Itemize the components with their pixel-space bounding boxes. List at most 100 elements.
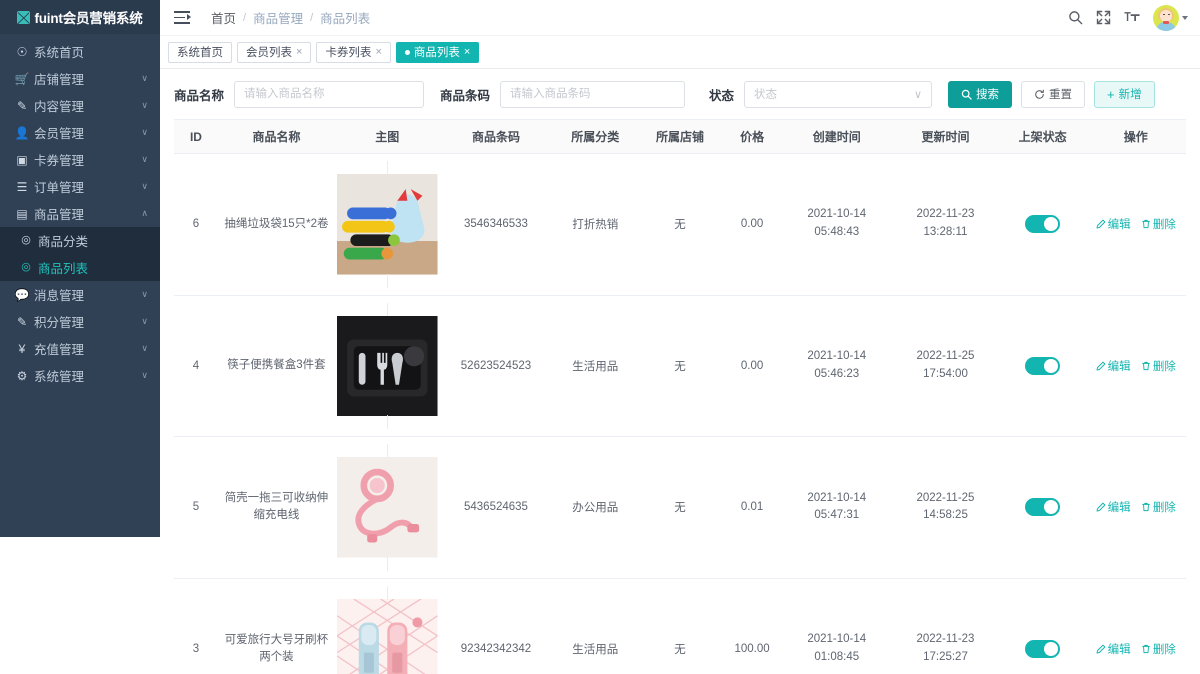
sidebar-item-shop[interactable]: 🛒 店铺管理 ∨	[0, 65, 160, 92]
avatar-face	[1160, 10, 1172, 22]
sidebar-item-members[interactable]: 👤 会员管理 ∨	[0, 119, 160, 146]
pencil-icon	[1096, 644, 1106, 654]
edit-action[interactable]: 编辑	[1096, 358, 1131, 374]
edit-action-label: 编辑	[1108, 358, 1131, 374]
hamburger-collapse-icon[interactable]	[174, 11, 190, 24]
pencil-icon	[1096, 219, 1106, 229]
pencil-icon	[1096, 361, 1106, 371]
reset-button[interactable]: 重置	[1021, 81, 1085, 108]
cell-barcode: 52623524523	[440, 295, 553, 437]
sidebar-item-coupons[interactable]: ▣ 卡券管理 ∨	[0, 146, 160, 173]
chevron-down-icon: ∨	[141, 290, 148, 299]
sidebar-item-content[interactable]: ✎ 内容管理 ∨	[0, 92, 160, 119]
shelf-status-toggle[interactable]	[1025, 357, 1060, 375]
close-icon[interactable]: ×	[296, 47, 302, 58]
sidebar-item-label: 系统管理	[30, 366, 141, 385]
shop-cart-icon: 🛒	[14, 73, 30, 85]
goods-name-label: 商品名称	[174, 85, 224, 104]
goods-name-input[interactable]	[234, 81, 424, 108]
font-size-icon[interactable]	[1124, 10, 1140, 25]
chevron-down-icon: ∨	[141, 344, 148, 353]
sidebar-item-orders[interactable]: ☰ 订单管理 ∨	[0, 173, 160, 200]
close-icon[interactable]: ×	[375, 47, 381, 58]
edit-square-icon: ✎	[14, 100, 30, 112]
sidebar-item-messages[interactable]: 💬 消息管理 ∨	[0, 281, 160, 308]
product-thumbnail[interactable]	[337, 161, 438, 288]
sidebar-item-label: 积分管理	[30, 312, 141, 331]
cell-id: 5	[174, 437, 218, 579]
breadcrumb-separator: /	[243, 12, 246, 24]
user-avatar-menu[interactable]	[1153, 5, 1188, 31]
sidebar: fuint会员营销系统 ☉ 系统首页 🛒 店铺管理 ∨ ✎ 内容管理 ∨ 👤 会…	[0, 0, 160, 537]
sidebar-item-points[interactable]: ✎ 积分管理 ∨	[0, 308, 160, 335]
breadcrumb: 首页 / 商品管理 / 商品列表	[211, 8, 370, 27]
edit-action-label: 编辑	[1108, 216, 1131, 232]
sidebar-item-label: 订单管理	[30, 177, 141, 196]
chevron-down-icon: ∨	[141, 182, 148, 191]
delete-action-label: 删除	[1153, 216, 1176, 232]
sidebar-item-goods[interactable]: ▤ 商品管理 ∧	[0, 200, 160, 227]
tab-system-home[interactable]: 系统首页	[168, 42, 232, 63]
cell-shop: 无	[638, 295, 722, 437]
col-barcode: 商品条码	[440, 120, 553, 154]
sidebar-item-label: 卡券管理	[30, 150, 141, 169]
cell-created: 2021-10-14 05:46:23	[782, 295, 891, 437]
sidebar-logo[interactable]: fuint会员营销系统	[0, 0, 160, 34]
product-thumbnail[interactable]	[337, 303, 438, 430]
sidebar-item-recharge[interactable]: ¥ 充值管理 ∨	[0, 335, 160, 362]
product-thumbnail[interactable]	[337, 586, 438, 674]
tab-bar: 系统首页 会员列表 × 卡券列表 × 商品列表 ×	[160, 36, 1200, 69]
cell-price: 0.01	[722, 437, 783, 579]
trash-icon	[1141, 219, 1151, 229]
shelf-status-toggle[interactable]	[1025, 498, 1060, 516]
tab-member-list[interactable]: 会员列表 ×	[237, 42, 311, 63]
cell-image	[335, 437, 440, 579]
search-icon[interactable]	[1068, 10, 1083, 25]
cell-id: 4	[174, 295, 218, 437]
edit-action[interactable]: 编辑	[1096, 641, 1131, 657]
sidebar-item-system[interactable]: ⚙ 系统管理 ∨	[0, 362, 160, 389]
chevron-down-icon: ∨	[141, 128, 148, 137]
members-icon: 👤	[14, 127, 30, 139]
cell-name: 可爱旅行大号牙刷杯两个装	[218, 578, 335, 674]
chevron-down-icon: ∨	[141, 155, 148, 164]
table-row: 3 可爱旅行大号牙刷杯两个装 92342342342 生活用品 无 100.00…	[174, 578, 1186, 674]
sidebar-item-goods-category[interactable]: ◎ 商品分类	[0, 227, 160, 254]
goods-box-icon: ▤	[14, 208, 30, 220]
search-button[interactable]: 搜索	[948, 81, 1012, 108]
edit-action[interactable]: 编辑	[1096, 216, 1131, 232]
status-select[interactable]: 状态 ∨	[744, 81, 932, 108]
sidebar-item-label: 会员管理	[30, 123, 141, 142]
tab-coupon-list[interactable]: 卡券列表 ×	[316, 42, 390, 63]
sidebar-item-dashboard[interactable]: ☉ 系统首页	[0, 38, 160, 65]
app-root: fuint会员营销系统 ☉ 系统首页 🛒 店铺管理 ∨ ✎ 内容管理 ∨ 👤 会…	[0, 0, 1200, 674]
shelf-status-toggle[interactable]	[1025, 215, 1060, 233]
breadcrumb-item-goods-mgmt[interactable]: 商品管理	[253, 8, 303, 27]
close-icon[interactable]: ×	[464, 47, 470, 58]
cell-shelf-status	[1000, 154, 1086, 296]
delete-action[interactable]: 删除	[1141, 358, 1176, 374]
tab-goods-list[interactable]: 商品列表 ×	[396, 42, 479, 63]
edit-action[interactable]: 编辑	[1096, 499, 1131, 515]
fullscreen-icon[interactable]	[1096, 10, 1111, 25]
sidebar-menu: ☉ 系统首页 🛒 店铺管理 ∨ ✎ 内容管理 ∨ 👤 会员管理 ∨ ▣ 卡	[0, 34, 160, 389]
delete-action[interactable]: 删除	[1141, 499, 1176, 515]
cell-actions: 编辑 删除	[1086, 295, 1186, 437]
reset-button-label: 重置	[1049, 86, 1072, 102]
search-icon	[961, 89, 972, 100]
top-header: 首页 / 商品管理 / 商品列表	[160, 0, 1200, 36]
product-thumbnail[interactable]	[337, 444, 438, 571]
breadcrumb-item-goods-list[interactable]: 商品列表	[320, 8, 370, 27]
delete-action[interactable]: 删除	[1141, 216, 1176, 232]
cell-shelf-status	[1000, 295, 1086, 437]
add-button[interactable]: + 新增	[1094, 81, 1155, 108]
trash-icon	[1141, 361, 1151, 371]
shelf-status-toggle[interactable]	[1025, 640, 1060, 658]
add-button-label: 新增	[1119, 86, 1142, 102]
barcode-input[interactable]	[500, 81, 685, 108]
table-header: ID 商品名称 主图 商品条码 所属分类 所属店铺 价格 创建时间 更新时间 上…	[174, 120, 1186, 154]
sidebar-item-goods-list[interactable]: ◎ 商品列表	[0, 254, 160, 281]
table-body: 6 抽绳垃圾袋15只*2卷 3546346533 打折热销 无 0.00 202…	[174, 154, 1186, 674]
cell-id: 6	[174, 154, 218, 296]
delete-action[interactable]: 删除	[1141, 641, 1176, 657]
